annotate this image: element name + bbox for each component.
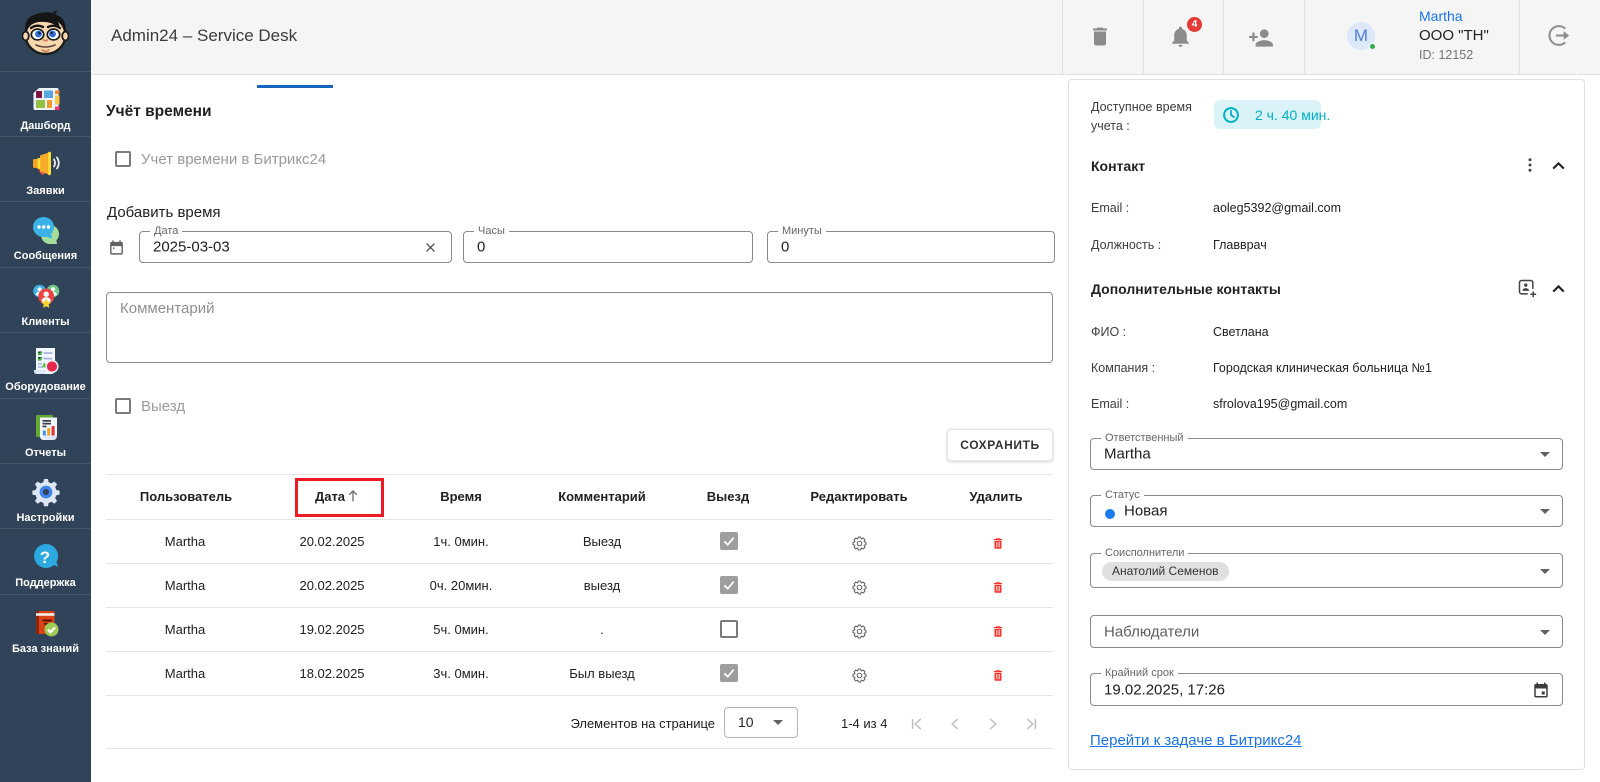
svg-text:?: ? bbox=[39, 548, 49, 567]
